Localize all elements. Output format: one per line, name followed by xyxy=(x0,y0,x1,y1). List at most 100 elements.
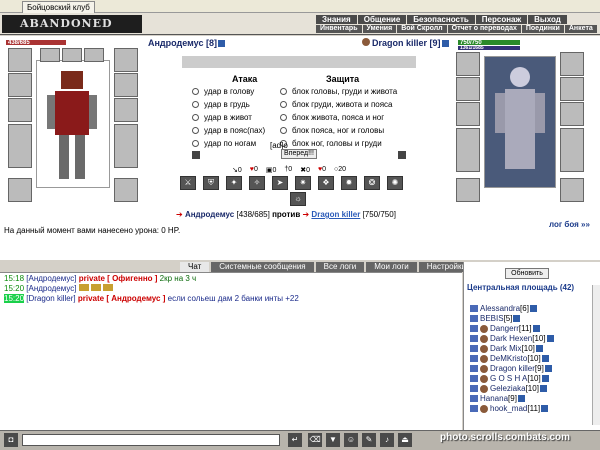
defense-option-2[interactable]: блок груди, живота и пояса xyxy=(280,100,393,109)
info-icon[interactable] xyxy=(535,345,543,352)
clear-icon[interactable]: ⌫ xyxy=(308,433,322,447)
attack-option-stomach[interactable]: удар в живот xyxy=(192,113,252,122)
list-item[interactable]: DeMKristo [10] xyxy=(470,354,549,363)
enemy-armor-slot[interactable] xyxy=(456,128,480,172)
attack-option-legs[interactable]: удар по ногам xyxy=(192,139,256,148)
boots-slot[interactable] xyxy=(114,178,138,202)
info-icon[interactable] xyxy=(539,385,547,392)
settings-icon[interactable] xyxy=(398,151,406,159)
tab-all-logs[interactable]: Все логи xyxy=(315,262,365,272)
chat-time[interactable]: 15:20 xyxy=(4,294,25,303)
earrings-slot[interactable] xyxy=(114,48,138,72)
bracer-slot[interactable] xyxy=(8,73,32,97)
battle-log-link[interactable]: лог боя »» xyxy=(549,220,590,229)
chat-nick[interactable]: [Dragon killer] xyxy=(26,294,75,303)
legs-slot[interactable] xyxy=(114,124,138,168)
chat-time[interactable]: 15:18 xyxy=(4,274,24,283)
list-item[interactable]: Dark Hexen [10] xyxy=(470,334,554,343)
enemy-bracer-slot[interactable] xyxy=(456,77,480,101)
skill-7-icon[interactable]: ❖ xyxy=(318,176,334,190)
info-icon[interactable] xyxy=(541,355,549,362)
list-item[interactable]: Hanana [9] xyxy=(470,394,525,403)
menu-communication[interactable]: Общение xyxy=(357,15,407,24)
exit-icon[interactable]: ⏏ xyxy=(398,433,412,447)
attack-option-waist[interactable]: удар в пояс(пах) xyxy=(192,126,265,135)
enemy-weapon-slot[interactable] xyxy=(456,102,480,126)
list-item[interactable]: Dark Mix [10] xyxy=(470,344,543,353)
list-item[interactable]: Dangerr [11] xyxy=(470,324,540,333)
skill-4-icon[interactable]: ✧ xyxy=(249,176,265,190)
chat-private[interactable]: private [ Офигенно ] xyxy=(79,274,158,283)
smiles-icon[interactable]: ☺ xyxy=(344,433,358,447)
chat-time[interactable]: 15:20 xyxy=(4,284,24,293)
online-list-scrollbar[interactable] xyxy=(592,285,600,425)
list-item[interactable]: hook_mad [11] xyxy=(470,404,549,413)
ring-slot-2[interactable] xyxy=(84,48,104,62)
info-icon[interactable] xyxy=(541,375,549,382)
chat-nick[interactable]: [Андродемус] xyxy=(26,274,76,283)
defense-option-4[interactable]: блок пояса, ног и головы xyxy=(280,126,384,135)
translit-icon[interactable]: ✎ xyxy=(362,433,376,447)
list-item[interactable]: BEBIS [5] xyxy=(470,314,521,323)
armor-slot[interactable] xyxy=(8,124,32,168)
tab-system[interactable]: Системные сообщения xyxy=(211,262,314,272)
sound-icon[interactable]: ♪ xyxy=(380,433,394,447)
enemy-belt-slot[interactable] xyxy=(456,178,480,202)
submenu-skills[interactable]: Умения xyxy=(362,25,397,33)
info-icon[interactable] xyxy=(544,365,552,372)
tab-chat[interactable]: Чат xyxy=(180,262,210,272)
browser-tab[interactable]: Бойцовский клуб xyxy=(22,1,95,13)
helmet-slot[interactable] xyxy=(8,48,32,72)
list-item[interactable]: Dragon killer [9] xyxy=(470,364,552,373)
submenu-duels[interactable]: Поединки xyxy=(521,25,564,33)
list-item[interactable]: Alessandra [6] xyxy=(470,304,537,313)
info-icon[interactable] xyxy=(532,325,540,332)
enemy-name[interactable]: Dragon killer [9] xyxy=(362,38,449,48)
skill-8-icon[interactable]: ✹ xyxy=(341,176,357,190)
player-name[interactable]: Андродемус [8] xyxy=(148,38,225,48)
submenu-scroll[interactable]: Вой Скролл xyxy=(397,25,447,33)
tab-my-logs[interactable]: Мои логи xyxy=(366,262,417,272)
info-icon[interactable] xyxy=(541,405,549,412)
filter-icon[interactable]: ▼ xyxy=(326,433,340,447)
attack-option-chest[interactable]: удар в грудь xyxy=(192,100,250,109)
refresh-button[interactable]: Обновить xyxy=(505,268,549,279)
list-item[interactable]: G O S H A [10] xyxy=(470,374,549,383)
defense-option-3[interactable]: блок живота, пояса и ног xyxy=(280,113,384,122)
submenu-inventory[interactable]: Инвентарь xyxy=(316,25,362,33)
chat-nick[interactable]: [Андродемус] xyxy=(26,284,76,293)
battle-player-name[interactable]: Андродемус xyxy=(185,210,234,219)
defense-option-5[interactable]: блок ног, головы и груди xyxy=(280,139,382,148)
defense-option-1[interactable]: блок головы, груди и живота xyxy=(280,87,397,96)
skill-1-icon[interactable]: ⚔ xyxy=(180,176,196,190)
submenu-profile[interactable]: Анкета xyxy=(564,25,597,33)
enemy-earrings-slot[interactable] xyxy=(560,52,584,76)
skill-2-icon[interactable]: ⛨ xyxy=(203,176,219,190)
info-icon[interactable] xyxy=(529,305,537,312)
enemy-legs-slot[interactable] xyxy=(560,128,584,172)
menu-exit[interactable]: Выход xyxy=(528,15,567,24)
skill-9-icon[interactable]: ❂ xyxy=(364,176,380,190)
menu-character[interactable]: Персонаж xyxy=(475,15,528,24)
menu-knowledge[interactable]: Знания xyxy=(316,15,357,24)
shield-slot[interactable] xyxy=(114,98,138,122)
submenu-transfers[interactable]: Отчет о переводах xyxy=(447,25,521,33)
chat-private[interactable]: private [ Андродемус ] xyxy=(78,294,166,303)
weapon-slot[interactable] xyxy=(8,98,32,122)
info-icon[interactable] xyxy=(546,335,554,342)
belt-slot[interactable] xyxy=(8,178,32,202)
chat-toggle-icon[interactable]: ◘ xyxy=(4,433,18,447)
skill-11-icon[interactable]: ☼ xyxy=(290,192,306,206)
info-icon[interactable] xyxy=(513,315,521,322)
skill-5-icon[interactable]: ➤ xyxy=(272,176,288,190)
enemy-helmet-slot[interactable] xyxy=(456,52,480,76)
chat-input[interactable] xyxy=(22,434,280,446)
skill-10-icon[interactable]: ✺ xyxy=(387,176,403,190)
settings-icon[interactable] xyxy=(192,151,200,159)
gloves-slot[interactable] xyxy=(114,73,138,97)
info-icon[interactable] xyxy=(517,395,525,402)
battle-enemy-name[interactable]: Dragon killer xyxy=(311,210,360,219)
skill-3-icon[interactable]: ✦ xyxy=(226,176,242,190)
enemy-shield-slot[interactable] xyxy=(560,102,584,126)
menu-security[interactable]: Безопасность xyxy=(407,15,475,24)
